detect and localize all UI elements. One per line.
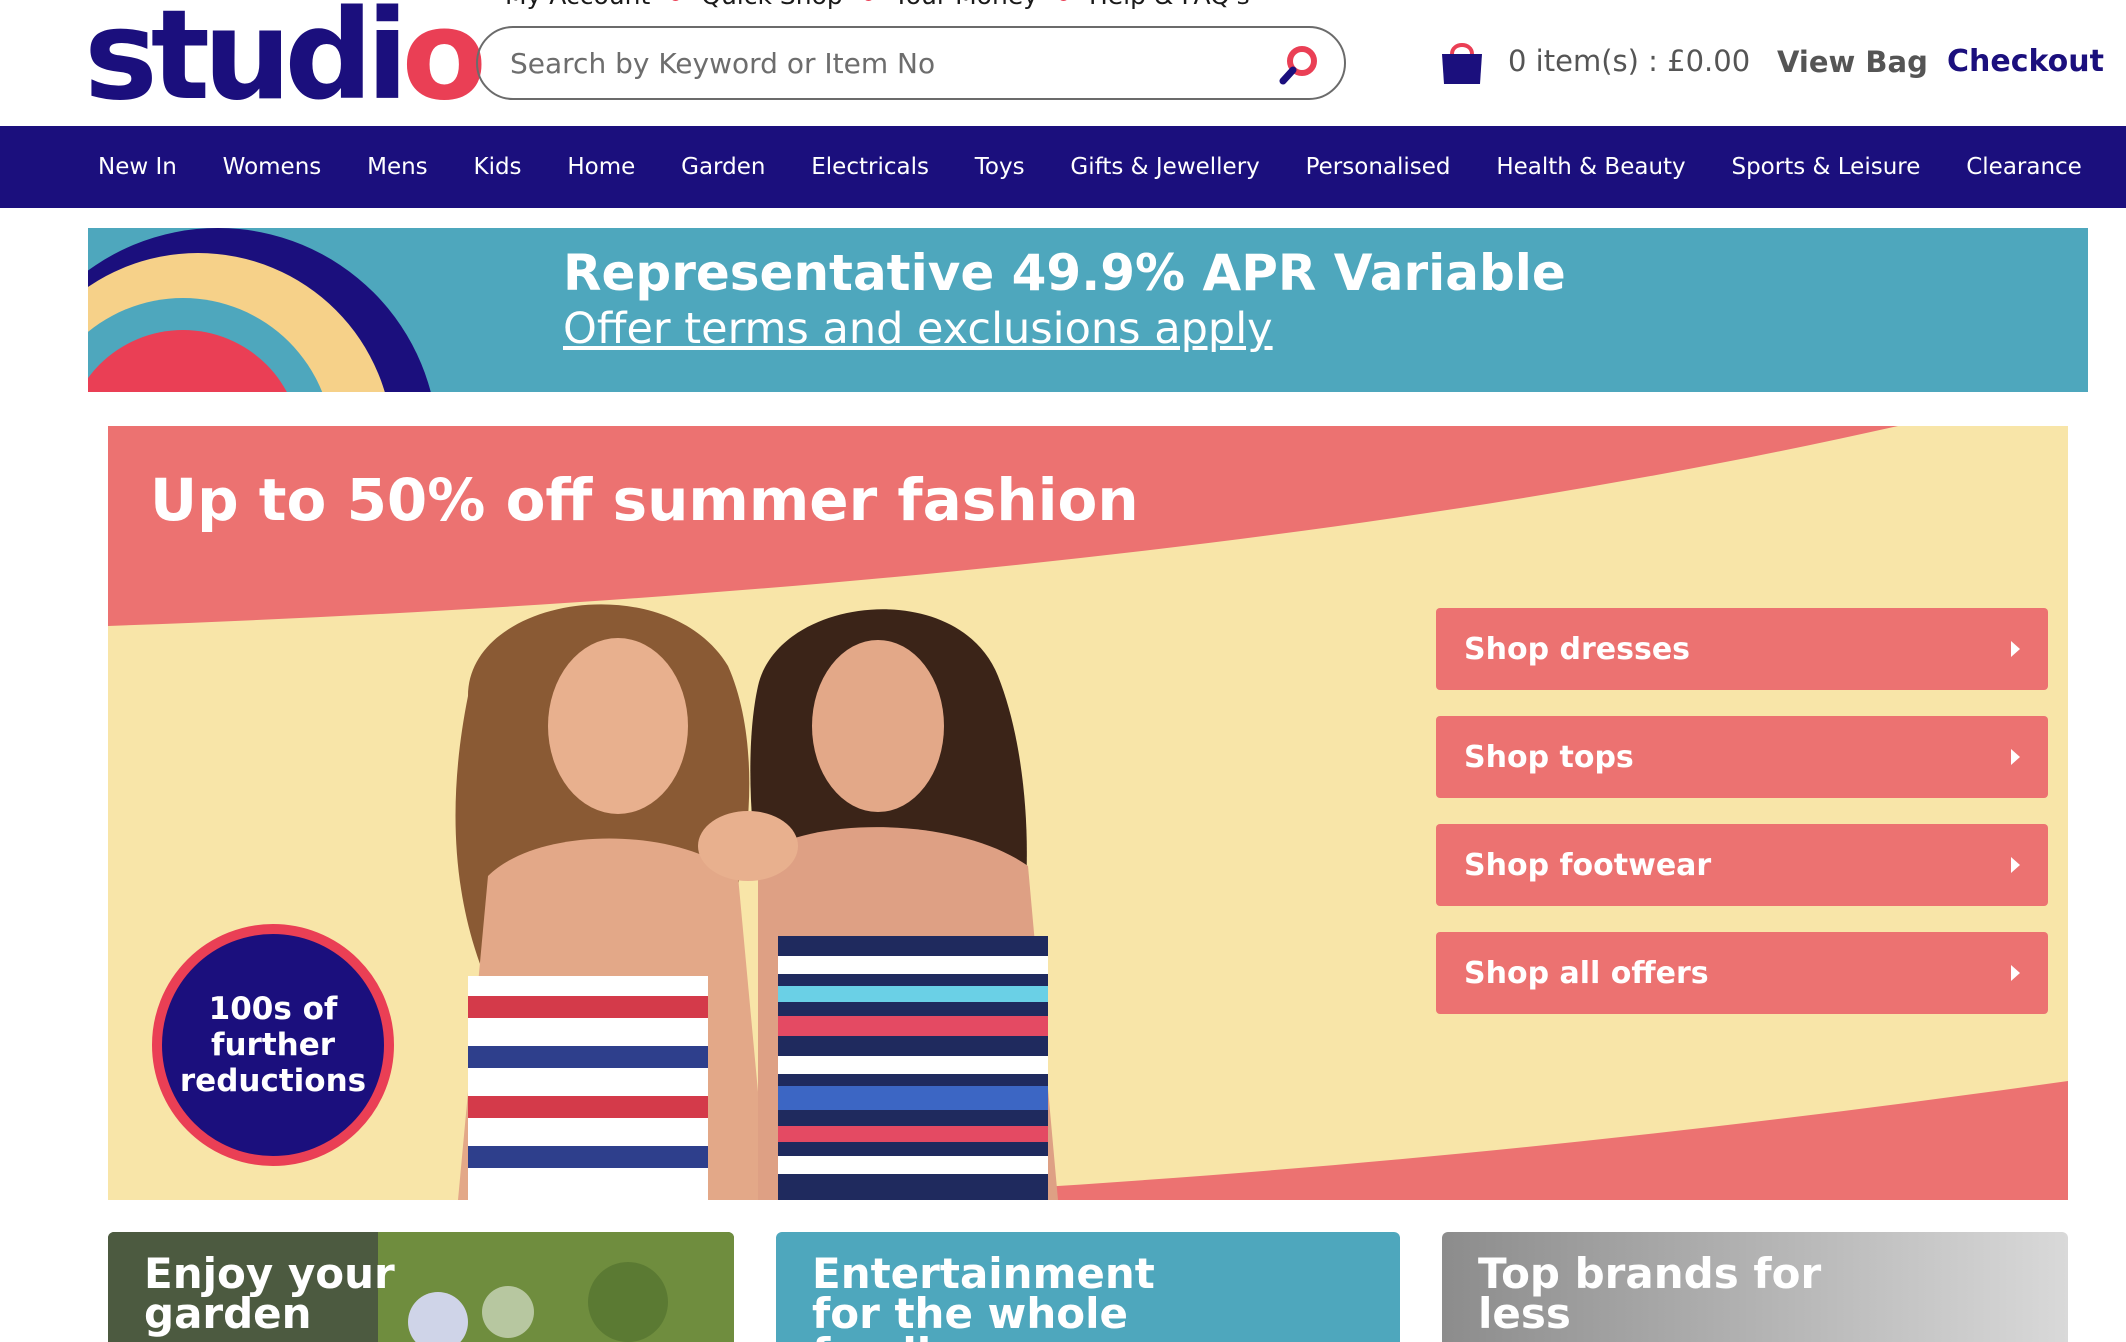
- search-icon[interactable]: [1276, 42, 1322, 88]
- nav-item-electricals[interactable]: Electricals: [811, 154, 929, 180]
- dot-separator: [862, 0, 874, 1]
- nav-item-kids[interactable]: Kids: [473, 154, 521, 180]
- nav-item-gifts-jewellery[interactable]: Gifts & Jewellery: [1070, 154, 1259, 180]
- apr-title: Representative 49.9% APR Variable: [563, 244, 1566, 302]
- nav-item-garden[interactable]: Garden: [681, 154, 765, 180]
- models-photo: [455, 604, 1058, 1200]
- studio-logo[interactable]: studio: [84, 0, 487, 118]
- dot-separator: [670, 0, 682, 1]
- nav-item-mens[interactable]: Mens: [367, 154, 428, 180]
- chevron-right-icon: [2011, 641, 2020, 657]
- shop-dresses-button[interactable]: Shop dresses: [1436, 608, 2048, 690]
- nav-item-health-beauty[interactable]: Health & Beauty: [1496, 154, 1685, 180]
- shop-all-offers-button[interactable]: Shop all offers: [1436, 932, 2048, 1014]
- top-link-quick-shop[interactable]: Quick Shop: [701, 0, 843, 10]
- dot-separator: [1058, 0, 1069, 1]
- search-input[interactable]: [508, 32, 1232, 94]
- reductions-badge[interactable]: 100s of further reductions: [152, 924, 394, 1166]
- nav-item-new-in[interactable]: New In: [98, 154, 177, 180]
- nav-item-sports-leisure[interactable]: Sports & Leisure: [1731, 154, 1920, 180]
- shop-footwear-button[interactable]: Shop footwear: [1436, 824, 2048, 906]
- button-label: Shop dresses: [1464, 631, 1691, 667]
- top-link-your-money[interactable]: Your Money: [894, 0, 1038, 10]
- card-title: Entertainment for the whole family: [812, 1249, 1155, 1342]
- nav-item-home[interactable]: Home: [567, 154, 635, 180]
- top-link-help-faqs[interactable]: Help & FAQ's: [1089, 0, 1250, 10]
- chevron-right-icon: [2011, 749, 2020, 765]
- shopping-bag-icon[interactable]: [1438, 38, 1486, 86]
- logo-o: o: [401, 0, 487, 128]
- top-links: My Account Quick Shop Your Money Help & …: [505, 0, 1250, 12]
- chevron-right-icon: [2011, 965, 2020, 981]
- hero-title: Up to 50% off summer fashion: [150, 466, 1139, 534]
- nav-item-toys[interactable]: Toys: [975, 154, 1025, 180]
- decorative-rings: [88, 228, 431, 392]
- checkout-link[interactable]: Checkout: [1947, 44, 2104, 79]
- search-bar: [476, 26, 1346, 100]
- card-top-brands[interactable]: Top brands for less: [1442, 1232, 2068, 1342]
- chevron-right-icon: [2011, 857, 2020, 873]
- logo-text: studi: [84, 0, 409, 128]
- button-label: Shop footwear: [1464, 847, 1712, 883]
- shop-tops-button[interactable]: Shop tops: [1436, 716, 2048, 798]
- nav-item-personalised[interactable]: Personalised: [1306, 154, 1451, 180]
- card-garden[interactable]: Enjoy your garden: [108, 1232, 734, 1342]
- apr-banner[interactable]: Representative 49.9% APR Variable Offer …: [88, 228, 2088, 392]
- offer-terms-link[interactable]: Offer terms and exclusions apply: [563, 304, 1273, 354]
- button-label: Shop tops: [1464, 739, 1634, 775]
- card-title: Enjoy your garden: [144, 1249, 395, 1338]
- card-entertainment[interactable]: Entertainment for the whole family: [776, 1232, 1400, 1342]
- cart-summary[interactable]: 0 item(s) : £0.00: [1508, 44, 1750, 78]
- button-label: Shop all offers: [1464, 955, 1709, 991]
- main-nav: New In Womens Mens Kids Home Garden Elec…: [0, 126, 2126, 208]
- card-title: Top brands for less: [1478, 1249, 1822, 1338]
- top-link-my-account[interactable]: My Account: [505, 0, 650, 10]
- hero-banner: Up to 50% off summer fashion Shop dresse…: [108, 426, 2068, 1200]
- nav-item-womens[interactable]: Womens: [223, 154, 322, 180]
- view-bag-link[interactable]: View Bag: [1777, 45, 1928, 79]
- nav-item-clearance[interactable]: Clearance: [1966, 154, 2082, 180]
